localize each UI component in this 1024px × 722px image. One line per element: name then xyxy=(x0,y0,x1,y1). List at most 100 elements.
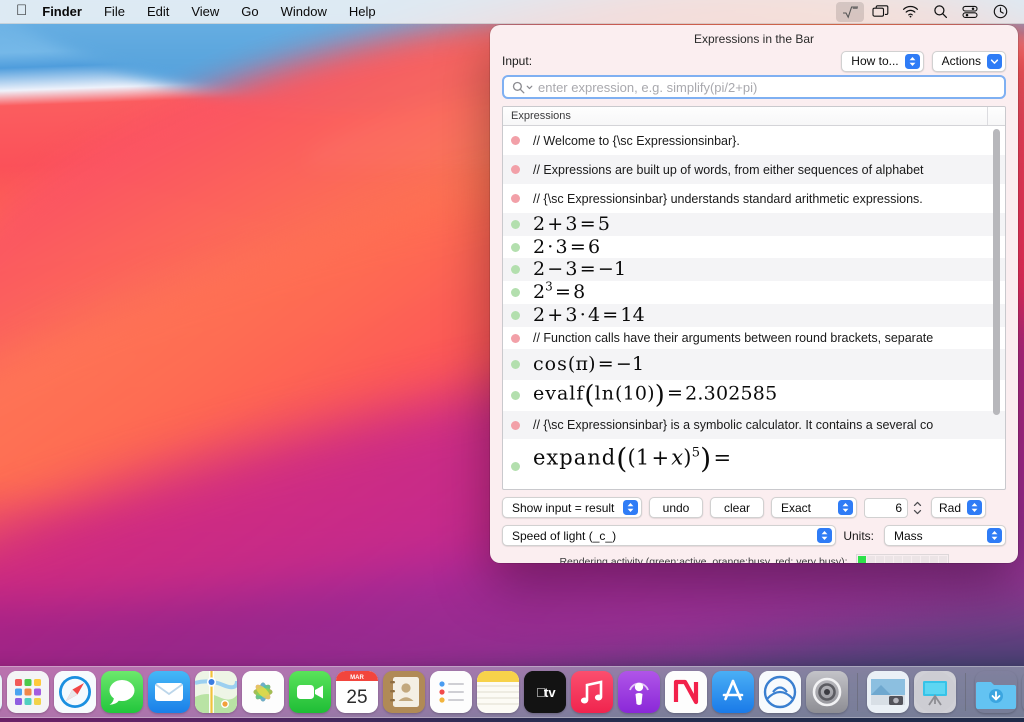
status-dot xyxy=(511,265,520,274)
input-toolbar: Input: How to... Actions xyxy=(502,50,1006,72)
dock-item-launchpad[interactable] xyxy=(7,671,49,713)
expressions-row-list[interactable]: // Welcome to {\sc Expressionsinbar}. //… xyxy=(503,126,1005,489)
table-scrollbar[interactable] xyxy=(990,128,1003,487)
display-mode-popup-button[interactable]: Show input = result xyxy=(502,497,642,518)
table-row[interactable]: // Welcome to {\sc Expressionsinbar}. xyxy=(503,126,1005,155)
menu-item-finder[interactable]: Finder xyxy=(40,3,93,21)
precision-mode-label: Exact xyxy=(781,500,812,515)
dock-item-keynote[interactable] xyxy=(914,671,956,713)
dock-item-music[interactable] xyxy=(571,671,613,713)
table-row[interactable]: 2 +3 · 4 = 14 xyxy=(503,304,1005,327)
clear-button[interactable]: clear xyxy=(710,497,764,518)
activity-segment xyxy=(875,556,884,563)
screen-mirroring-icon[interactable] xyxy=(866,2,894,22)
chevron-down-icon xyxy=(987,53,1002,69)
table-row[interactable]: // Expressions are built up of words, fr… xyxy=(503,155,1005,184)
dock-item-maps[interactable] xyxy=(195,671,237,713)
table-row[interactable]: 2−3 = −1 xyxy=(503,258,1005,281)
dock-item-podcasts[interactable] xyxy=(618,671,660,713)
dock-item-downloads-folder[interactable] xyxy=(975,671,1017,713)
apple-logo-icon[interactable]:  xyxy=(0,3,40,18)
units-popup-button[interactable]: Mass xyxy=(884,525,1006,546)
table-row[interactable]: 2 +3 = 5 xyxy=(503,213,1005,236)
table-row[interactable]: // {\sc Expressionsinbar} understands st… xyxy=(503,184,1005,213)
dock-item-mail[interactable] xyxy=(148,671,190,713)
dock-item-contacts[interactable] xyxy=(383,671,425,713)
dock-item-system-preferences[interactable] xyxy=(806,671,848,713)
spotlight-search-icon[interactable] xyxy=(926,2,954,22)
stepper-arrows-icon[interactable] xyxy=(911,497,924,518)
dock-item-image-capture[interactable] xyxy=(867,671,909,713)
dock-item-messages[interactable] xyxy=(101,671,143,713)
display-mode-label: Show input = result xyxy=(512,500,615,515)
menu-item-help[interactable]: Help xyxy=(338,3,387,21)
menu-item-view[interactable]: View xyxy=(180,3,230,21)
dock-item-safari[interactable] xyxy=(54,671,96,713)
search-input[interactable] xyxy=(538,79,996,95)
menu-item-go[interactable]: Go xyxy=(230,3,269,21)
dock-item-notes[interactable] xyxy=(477,671,519,713)
expression-text: 23 = 8 xyxy=(533,281,586,303)
dock-separator xyxy=(857,673,858,711)
expression-text: 2−3 = −1 xyxy=(533,258,627,280)
activity-segment xyxy=(938,556,947,563)
dock-item-finder[interactable] xyxy=(0,671,2,713)
chevron-up-down-icon xyxy=(967,500,983,515)
dock-item-photos[interactable] xyxy=(242,671,284,713)
expression-text: 2 · 3 = 6 xyxy=(533,236,601,258)
rendering-activity-meter xyxy=(855,554,949,563)
constant-popup-button[interactable]: Speed of light (_c_) xyxy=(502,525,837,546)
status-dot xyxy=(511,136,520,145)
status-dot xyxy=(511,420,520,430)
digits-stepper[interactable]: 6 xyxy=(864,497,924,518)
control-center-icon[interactable] xyxy=(956,2,984,22)
status-dot xyxy=(511,288,520,297)
units-value-label: Mass xyxy=(894,528,923,543)
expressions-table[interactable]: Expressions // Welcome to {\sc Expressio… xyxy=(502,106,1006,490)
scrollbar-thumb[interactable] xyxy=(993,129,1000,415)
dock-item-preview[interactable] xyxy=(759,671,801,713)
activity-segment xyxy=(902,556,911,563)
expression-text: // Welcome to {\sc Expressionsinbar}. xyxy=(533,133,740,148)
svg-text:tv: tv xyxy=(544,685,556,700)
bottom-controls: Show input = result undo clear Exact 6 R… xyxy=(502,490,1006,563)
table-row[interactable]: // Function calls have their arguments b… xyxy=(503,327,1005,349)
dock-item-app-store[interactable] xyxy=(712,671,754,713)
undo-button[interactable]: undo xyxy=(649,497,703,518)
clock-icon[interactable] xyxy=(986,2,1014,22)
how-to-popup-button[interactable]: How to... xyxy=(841,50,924,72)
wifi-icon[interactable] xyxy=(896,2,924,22)
chevron-up-down-icon xyxy=(817,528,833,543)
angle-mode-label: Rad xyxy=(939,500,962,515)
table-row[interactable]: 23 = 8 xyxy=(503,281,1005,304)
expression-text: 2 +3 = 5 xyxy=(533,213,611,235)
digits-field[interactable]: 6 xyxy=(864,497,908,518)
angle-mode-popup-button[interactable]: Rad xyxy=(931,497,987,518)
actions-popup-button[interactable]: Actions xyxy=(931,50,1006,72)
status-dot xyxy=(511,360,520,369)
menu-item-edit[interactable]: Edit xyxy=(136,3,180,21)
dock-item-news[interactable] xyxy=(665,671,707,713)
dock-item-facetime[interactable] xyxy=(289,671,331,713)
table-row[interactable]: cos(π) = −1 xyxy=(503,349,1005,380)
precision-mode-popup-button[interactable]: Exact xyxy=(771,497,857,518)
how-to-label: How to... xyxy=(851,54,899,68)
table-row[interactable]: expand((1+x)5)= xyxy=(503,439,1005,480)
expression-search-field[interactable] xyxy=(502,75,1006,99)
table-row[interactable]: 2 · 3 = 6 xyxy=(503,236,1005,258)
table-row[interactable]: // {\sc Expressionsinbar} is a symbolic … xyxy=(503,411,1005,439)
units-label: Units: xyxy=(843,528,874,543)
macos-dock: MAR 25 tv xyxy=(0,666,1024,718)
status-dot xyxy=(511,242,520,252)
dock-item-appletv[interactable]:  tv xyxy=(524,671,566,713)
expressions-in-the-bar-window[interactable]: Expressions in the Bar Input: How to... … xyxy=(490,25,1018,563)
dock-item-calendar[interactable]: MAR 25 xyxy=(336,671,378,713)
chevron-up-down-icon xyxy=(838,500,853,515)
search-icon xyxy=(512,81,533,94)
expression-text: // Function calls have their arguments b… xyxy=(533,331,934,345)
table-row[interactable]: evalf(ln(10)) = 2.302585 xyxy=(503,380,1005,411)
dock-item-reminders[interactable] xyxy=(430,671,472,713)
math-app-menu-extra-icon[interactable] xyxy=(836,1,864,22)
menu-item-window[interactable]: Window xyxy=(270,3,338,21)
menu-item-file[interactable]: File xyxy=(93,3,136,21)
